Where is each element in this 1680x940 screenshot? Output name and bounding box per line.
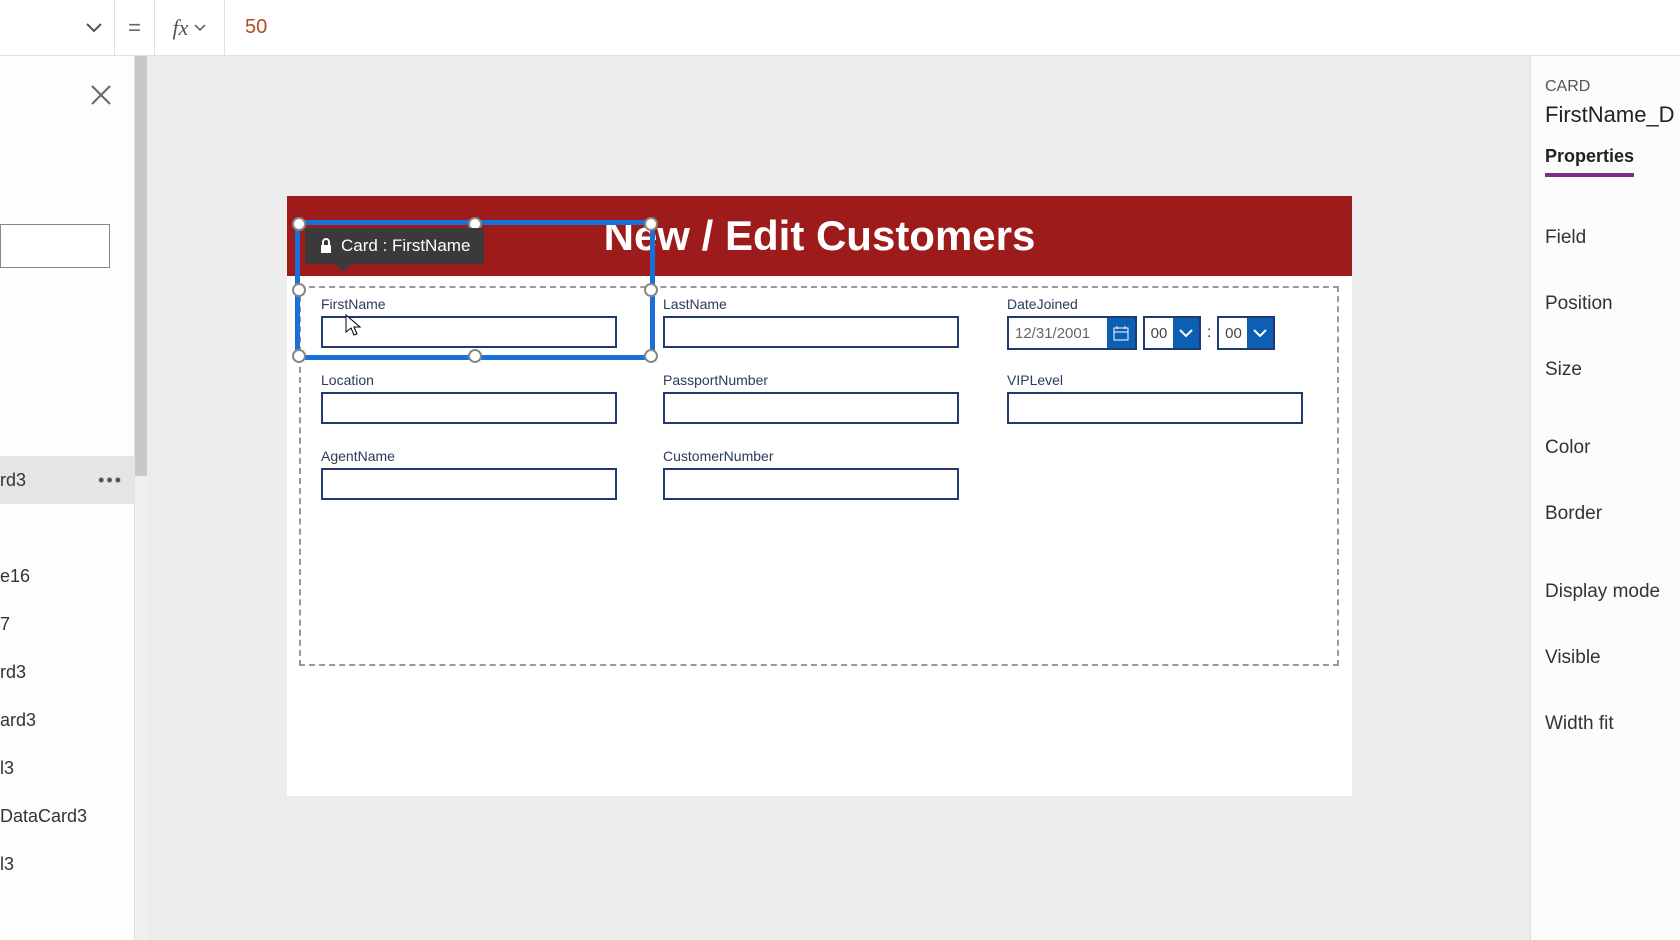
lastname-input[interactable] [663, 316, 959, 348]
tree-item-label: rd3 [0, 662, 26, 683]
tree-items: rd3 ••• e16 7 rd3 ard3 l3 DataCard3 l3 [0, 456, 135, 888]
scrollbar-track [135, 56, 147, 940]
field-label: DateJoined [1007, 296, 1327, 312]
minute-select[interactable]: 00 [1217, 316, 1275, 350]
tooltip-text: Card : FirstName [341, 236, 470, 256]
customernumber-input[interactable] [663, 468, 959, 500]
tree-item-label: 7 [0, 614, 10, 635]
tree-item-label: e16 [0, 566, 30, 587]
tree-item-selected[interactable]: rd3 ••• [0, 456, 135, 504]
tree-item-label: DataCard3 [0, 806, 87, 827]
edit-form[interactable]: FirstName LastName DateJoined 12/31/2001 [299, 286, 1339, 666]
tree-item-label: l3 [0, 758, 14, 779]
tree-item-label: l3 [0, 854, 14, 875]
prop-visible[interactable]: Visible [1545, 625, 1680, 691]
chevron-down-icon [86, 23, 102, 33]
properties-panel: CARD FirstName_D Properties Field Positi… [1530, 56, 1680, 940]
chevron-down-icon[interactable] [1247, 318, 1273, 348]
tree-view-panel: rd3 ••• e16 7 rd3 ard3 l3 DataCard3 l3 [0, 56, 135, 940]
date-value: 12/31/2001 [1009, 325, 1107, 342]
prop-width-fit[interactable]: Width fit [1545, 691, 1680, 757]
tree-item[interactable] [0, 504, 135, 552]
formula-bar: = fx 50 [0, 0, 1680, 56]
minute-value: 00 [1219, 325, 1247, 342]
field-label: CustomerNumber [663, 448, 963, 464]
fx-button[interactable]: fx [155, 0, 225, 56]
prop-display-mode[interactable]: Display mode [1545, 559, 1680, 625]
tree-item[interactable]: ard3 [0, 696, 135, 744]
tree-item[interactable]: l3 [0, 744, 135, 792]
time-separator: : [1207, 324, 1211, 342]
fx-icon: fx [173, 15, 189, 41]
tree-item[interactable]: 7 [0, 600, 135, 648]
property-dropdown[interactable] [0, 0, 115, 56]
scrollbar-thumb[interactable] [135, 56, 147, 476]
field-label: LastName [663, 296, 963, 312]
calendar-icon[interactable] [1107, 318, 1135, 348]
firstname-input[interactable] [321, 316, 617, 348]
close-icon[interactable] [90, 84, 112, 106]
tree-item[interactable]: l3 [0, 840, 135, 888]
prop-position[interactable]: Position [1545, 271, 1680, 337]
prop-border[interactable]: Border [1545, 481, 1680, 547]
location-input[interactable] [321, 392, 617, 424]
tree-item-label: rd3 [0, 470, 26, 491]
canvas[interactable]: New / Edit Customers FirstName LastName … [147, 56, 1530, 940]
control-type-label: CARD [1545, 78, 1680, 96]
field-label: FirstName [321, 296, 621, 312]
control-name[interactable]: FirstName_D [1545, 102, 1680, 128]
formula-input[interactable]: 50 [225, 0, 1680, 56]
app-screen: New / Edit Customers FirstName LastName … [287, 196, 1352, 796]
field-label: PassportNumber [663, 372, 963, 388]
field-label: VIPLevel [1007, 372, 1307, 388]
selection-tooltip: Card : FirstName [305, 228, 484, 264]
viplevel-input[interactable] [1007, 392, 1303, 424]
card-passportnumber[interactable]: PassportNumber [663, 372, 963, 438]
tree-item[interactable]: rd3 [0, 648, 135, 696]
card-datejoined[interactable]: DateJoined 12/31/2001 00 : [1007, 296, 1327, 362]
card-agentname[interactable]: AgentName [321, 448, 621, 514]
hour-select[interactable]: 00 [1143, 316, 1201, 350]
lock-icon [319, 238, 333, 254]
card-lastname[interactable]: LastName [663, 296, 963, 362]
passport-input[interactable] [663, 392, 959, 424]
card-viplevel[interactable]: VIPLevel [1007, 372, 1307, 438]
hour-value: 00 [1145, 325, 1173, 342]
card-firstname[interactable]: FirstName [321, 296, 621, 362]
tree-item[interactable]: e16 [0, 552, 135, 600]
agentname-input[interactable] [321, 468, 617, 500]
card-location[interactable]: Location [321, 372, 621, 438]
date-picker[interactable]: 12/31/2001 [1007, 316, 1137, 350]
field-label: Location [321, 372, 621, 388]
prop-color[interactable]: Color [1545, 415, 1680, 481]
search-input[interactable] [0, 224, 110, 268]
tab-properties[interactable]: Properties [1545, 146, 1634, 177]
chevron-down-icon [194, 24, 206, 32]
more-icon[interactable]: ••• [98, 470, 123, 491]
page-title: New / Edit Customers [604, 212, 1036, 260]
prop-field[interactable]: Field [1545, 205, 1680, 271]
card-customernumber[interactable]: CustomerNumber [663, 448, 963, 514]
field-label: AgentName [321, 448, 621, 464]
tree-item-label: ard3 [0, 710, 36, 731]
prop-size[interactable]: Size [1545, 337, 1680, 403]
chevron-down-icon[interactable] [1173, 318, 1199, 348]
tree-item[interactable]: DataCard3 [0, 792, 135, 840]
equals-label: = [115, 0, 155, 56]
